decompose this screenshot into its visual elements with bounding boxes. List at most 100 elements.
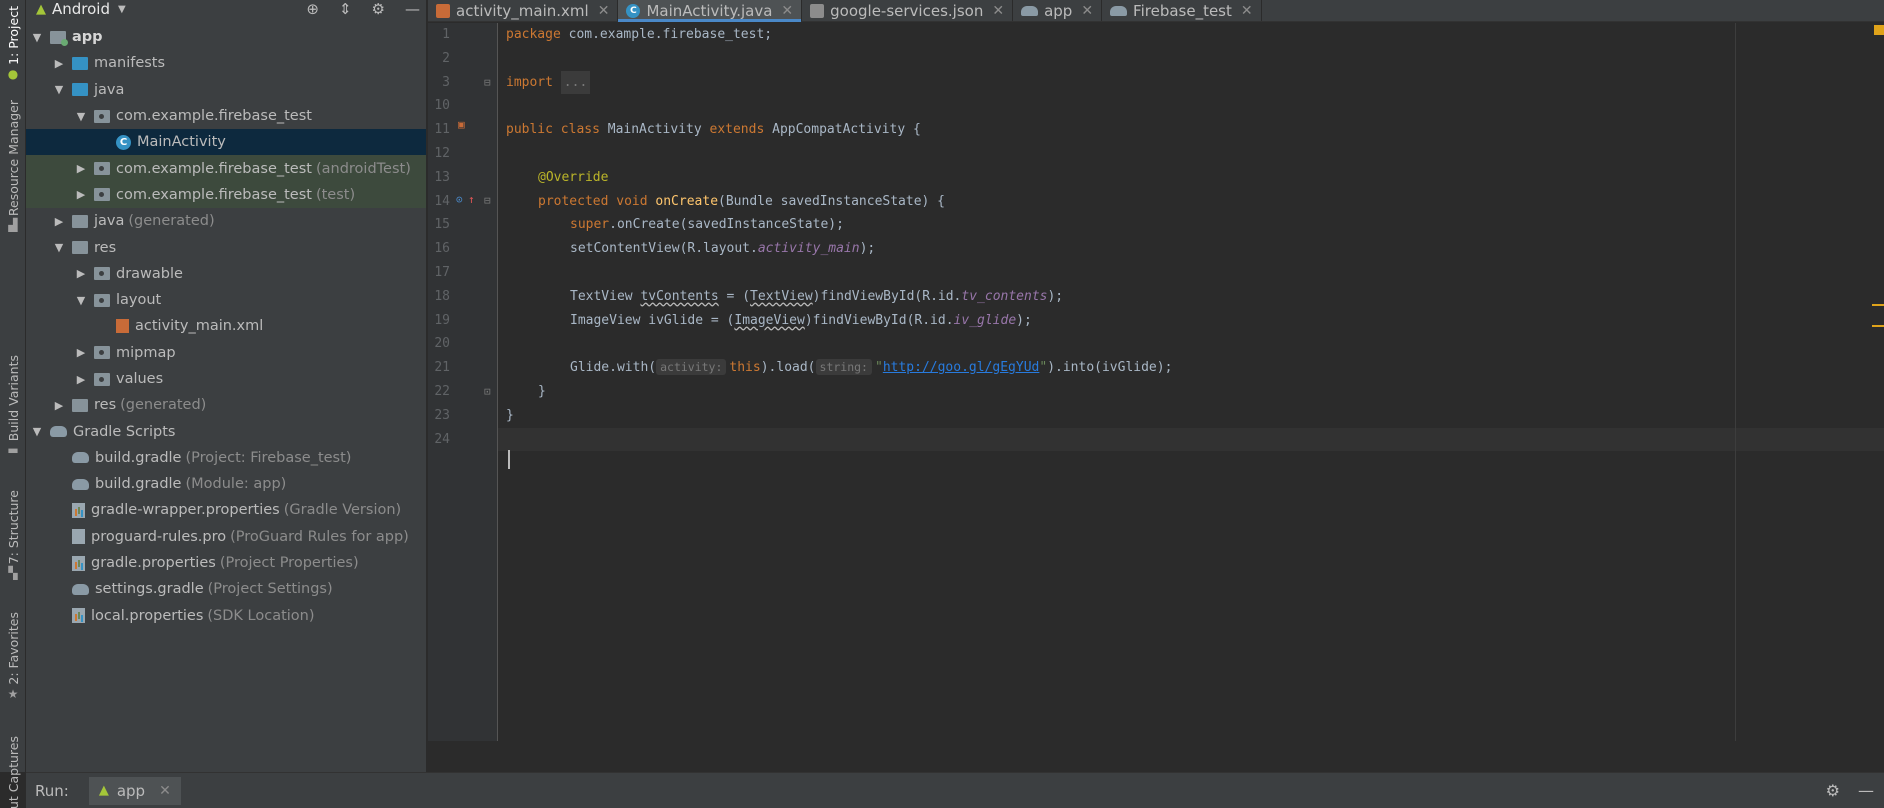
close-icon[interactable]: ✕ [159,783,171,799]
tree-item-label: layout [116,292,162,309]
warning-indicator-icon[interactable] [1874,25,1884,35]
line-number: 3 [442,74,450,90]
fold-end-icon[interactable]: ⊡ [484,386,491,398]
collapsed-arrow-icon[interactable]: ▶ [74,188,88,201]
tool-tab-structure[interactable]: 7: Structure ▚ [0,490,26,579]
expanded-arrow-icon[interactable]: ▼ [74,110,88,123]
run-tab-app[interactable]: ▲ app ✕ [88,776,181,805]
tree-item-label: settings.gradle [95,581,204,598]
expanded-arrow-icon[interactable]: ▼ [74,294,88,307]
tree-item-label: drawable [116,265,183,282]
tree-item-package-test[interactable]: ▶ com.example.firebase_test (test) [26,181,426,209]
properties-file-icon [72,608,85,624]
tree-item-suffix: (test) [315,186,356,203]
code-editor[interactable]: 1 2 3 10 11 12 13 14 15 16 17 18 19 20 2… [428,23,1884,741]
tool-tab-label: 7: Structure [5,490,21,565]
tab-app-gradle[interactable]: app ✕ [1013,0,1103,21]
folder-icon [94,293,110,307]
tree-item-settings-gradle[interactable]: settings.gradle (Project Settings) [26,576,426,602]
tree-item-app[interactable]: ▼ app [26,24,426,50]
tree-item-gradle-wrapper-properties[interactable]: gradle-wrapper.properties (Gradle Versio… [26,497,426,523]
tree-item-res-generated[interactable]: ▶ res (generated) [26,392,426,418]
tree-item-drawable[interactable]: ▶ drawable [26,261,426,287]
collapsed-arrow-icon[interactable]: ▶ [74,162,88,175]
error-stripe[interactable] [1870,23,1884,741]
tree-item-build-gradle-project[interactable]: build.gradle (Project: Firebase_test) [26,445,426,471]
tree-item-suffix: (Project Properties) [219,555,359,572]
line-number: 12 [434,146,450,161]
tree-item-mipmap[interactable]: ▶ mipmap [26,340,426,366]
close-icon[interactable]: ✕ [781,3,793,19]
tool-tab-build-variants[interactable]: Build Variants ▬ [0,355,26,456]
tab-mainactivity-java[interactable]: C MainActivity.java ✕ [618,0,803,22]
tree-item-res[interactable]: ▼ res [26,234,426,260]
tree-item-build-gradle-module[interactable]: build.gradle (Module: app) [26,471,426,497]
folded-imports[interactable]: ... [560,70,591,95]
collapsed-arrow-icon[interactable]: ▶ [74,267,88,280]
tool-tab-layout-captures[interactable]: Layout Captures [0,736,26,808]
tree-item-package[interactable]: ▼ com.example.firebase_test [26,103,426,129]
expanded-arrow-icon[interactable]: ▼ [52,241,66,254]
project-view-selector[interactable]: ▲ Android ▼ ⊕ ⇕ ⚙ — [26,0,426,18]
minimize-icon[interactable]: — [1858,781,1874,800]
target-icon[interactable]: ⊕ [306,0,319,18]
override-method-icon[interactable]: ⊙ [456,194,463,206]
expanded-arrow-icon[interactable]: ▼ [30,31,44,44]
tree-item-layout[interactable]: ▼ layout [26,287,426,313]
tree-item-suffix: (SDK Location) [207,607,315,624]
code-token: public class [506,122,600,138]
gear-icon[interactable]: ⚙ [1826,781,1840,800]
fold-toggle-icon[interactable]: ⊟ [484,77,491,89]
tree-item-gradle-scripts[interactable]: ▼ Gradle Scripts [26,418,426,444]
collapsed-arrow-icon[interactable]: ▶ [74,373,88,386]
tree-item-gradle-properties[interactable]: gradle.properties (Project Properties) [26,550,426,576]
tree-item-package-androidtest[interactable]: ▶ com.example.firebase_test (androidTest… [26,155,426,182]
close-icon[interactable]: ✕ [1241,3,1253,19]
tree-item-manifests[interactable]: ▶ manifests [26,50,426,76]
code-token: AppCompatActivity { [764,122,921,138]
tool-tab-favorites[interactable]: 2: Favorites ★ [0,612,26,700]
tab-google-services-json[interactable]: google-services.json ✕ [802,0,1014,21]
collapse-all-icon[interactable]: ⇕ [339,0,352,18]
collapsed-arrow-icon[interactable]: ▶ [52,215,66,228]
fold-toggle-icon[interactable]: ⊟ [484,195,491,207]
tool-tab-project[interactable]: 1: Project ● [0,6,26,80]
collapsed-arrow-icon[interactable]: ▶ [52,57,66,70]
warning-stripe-mark[interactable] [1872,304,1884,306]
java-class-icon: C [116,134,131,150]
close-icon[interactable]: ✕ [598,3,610,19]
expanded-arrow-icon[interactable]: ▼ [52,83,66,96]
layout-preview-icon[interactable]: ▣ [458,119,465,131]
gear-icon[interactable]: ⚙ [372,0,385,18]
tree-item-values[interactable]: ▶ values [26,366,426,392]
code-token: } [506,407,514,423]
collapsed-arrow-icon[interactable]: ▶ [74,346,88,359]
collapsed-arrow-icon[interactable]: ▶ [52,399,66,412]
tree-item-mainactivity[interactable]: C MainActivity [26,129,426,156]
tree-item-local-properties[interactable]: local.properties (SDK Location) [26,603,426,629]
url-link[interactable]: http://goo.gl/gEgYUd [883,360,1040,375]
code-token: ).load( [760,360,816,376]
close-icon[interactable]: ✕ [1081,3,1093,19]
tree-item-label: res [94,397,117,414]
warning-stripe-mark[interactable] [1872,325,1884,327]
tool-tab-resource-manager[interactable]: Resource Manager ▟ [0,100,26,231]
tab-firebase-test-gradle[interactable]: Firebase_test ✕ [1102,0,1262,21]
minimize-icon[interactable]: — [405,0,420,18]
tab-activity-main-xml[interactable]: activity_main.xml ✕ [428,0,619,21]
tree-item-java-generated[interactable]: ▶ java (generated) [26,208,426,234]
arrow-up-icon[interactable]: ↑ [468,194,475,206]
tree-item-proguard-rules[interactable]: proguard-rules.pro (ProGuard Rules for a… [26,524,426,550]
tree-item-activity-main-xml[interactable]: activity_main.xml [26,313,426,339]
folder-icon [72,83,88,97]
close-icon[interactable]: ✕ [992,3,1004,19]
tree-item-java[interactable]: ▼ java [26,77,426,103]
code-line: public class MainActivity extends AppCom… [506,118,921,142]
chevron-down-icon[interactable]: ▼ [118,4,126,15]
left-tool-strip: 1: Project ● Resource Manager ▟ Build Va… [0,0,26,808]
code-token: package [506,27,561,42]
code-line: } [506,380,546,404]
expanded-arrow-icon[interactable]: ▼ [30,425,44,438]
code-token: ImageView ivGlide = ( [570,312,735,328]
line-number: 10 [434,98,450,114]
